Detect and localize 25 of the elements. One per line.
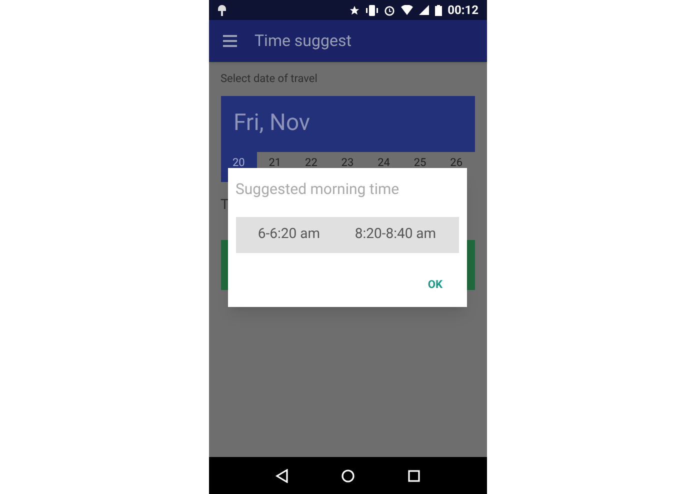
alarm-icon	[384, 4, 395, 16]
dialog-title: Suggested morning time	[236, 179, 400, 200]
wifi-icon	[400, 5, 413, 15]
back-icon[interactable]	[274, 468, 289, 482]
recents-icon[interactable]	[408, 470, 420, 482]
day-cell[interactable]: 22	[293, 152, 330, 170]
day-cell[interactable]: 23	[329, 152, 366, 170]
app-title: Time suggest	[254, 30, 352, 52]
menu-icon[interactable]	[222, 35, 236, 47]
day-cell[interactable]: 21	[256, 152, 294, 170]
date-header: Fri, Nov	[220, 96, 474, 152]
time-slot: 6-6:20 am	[258, 224, 320, 245]
battery-icon	[434, 4, 442, 16]
day-cell[interactable]: 25	[402, 152, 438, 170]
signal-icon	[418, 5, 429, 15]
section-label: Select date of travel	[220, 71, 318, 87]
vibrate-icon	[366, 4, 378, 16]
section-label: T	[220, 196, 230, 214]
ok-button[interactable]: OK	[428, 276, 442, 293]
day-cell[interactable]: 24	[366, 152, 402, 170]
status-time: 00:12	[448, 2, 478, 19]
day-cell[interactable]: 26	[438, 152, 474, 170]
star-icon	[348, 4, 360, 16]
time-slot: 8:20-8:40 am	[354, 224, 436, 245]
home-icon[interactable]	[341, 468, 356, 482]
